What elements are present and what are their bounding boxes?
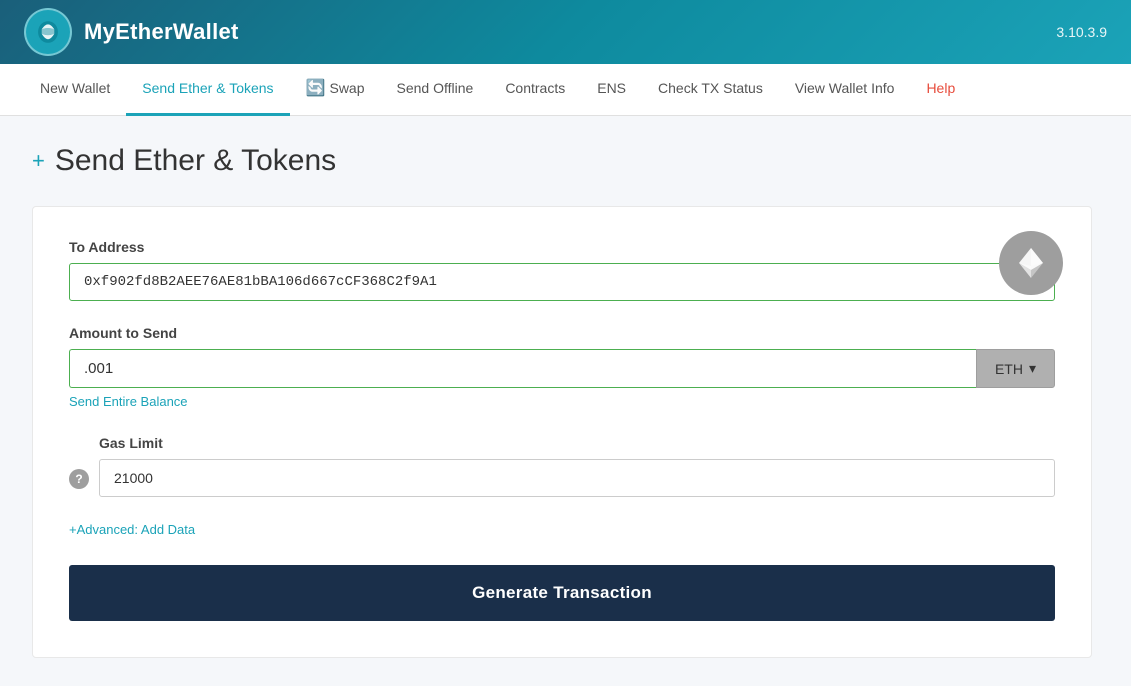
nav-item-help[interactable]: Help	[910, 64, 971, 116]
nav-item-new-wallet[interactable]: New Wallet	[24, 64, 126, 116]
eth-diamond-icon	[1012, 244, 1050, 282]
nav-item-contracts[interactable]: Contracts	[489, 64, 581, 116]
page-title: Send Ether & Tokens	[55, 144, 336, 178]
nav-item-send-ether-tokens[interactable]: Send Ether & Tokens	[126, 64, 289, 116]
gas-limit-input[interactable]	[99, 459, 1055, 497]
gas-limit-help-icon[interactable]: ?	[69, 469, 89, 489]
nav-item-swap[interactable]: 🔄Swap	[290, 64, 381, 116]
main-content: + Send Ether & Tokens To Address Amount …	[0, 116, 1131, 686]
gas-field: Gas Limit	[99, 435, 1055, 497]
logo	[24, 8, 72, 56]
nav-item-ens[interactable]: ENS	[581, 64, 642, 116]
version-label: 3.10.3.9	[1056, 24, 1107, 40]
eth-logo	[999, 231, 1063, 295]
to-address-group: To Address	[69, 239, 1055, 301]
amount-input[interactable]	[69, 349, 976, 388]
amount-label: Amount to Send	[69, 325, 1055, 341]
nav-item-send-offline[interactable]: Send Offline	[381, 64, 490, 116]
to-address-input[interactable]	[69, 263, 1055, 301]
gas-limit-group: ? Gas Limit	[69, 435, 1055, 497]
send-entire-balance-link[interactable]: Send Entire Balance	[69, 394, 188, 409]
brand-name: MyEtherWallet	[84, 19, 239, 45]
to-address-label: To Address	[69, 239, 1055, 255]
amount-group: Amount to Send ETH ▾ Send Entire Balance	[69, 325, 1055, 411]
currency-dropdown-btn[interactable]: ETH ▾	[976, 349, 1055, 388]
nav-item-check-tx-status[interactable]: Check TX Status	[642, 64, 779, 116]
amount-row: ETH ▾	[69, 349, 1055, 388]
page-title-row: + Send Ether & Tokens	[32, 144, 1099, 178]
currency-label: ETH	[995, 361, 1023, 377]
currency-arrow-icon: ▾	[1029, 360, 1036, 377]
generate-transaction-button[interactable]: Generate Transaction	[69, 565, 1055, 621]
logo-icon	[30, 14, 66, 50]
nav-item-view-wallet-info[interactable]: View Wallet Info	[779, 64, 911, 116]
main-nav: New Wallet Send Ether & Tokens 🔄Swap Sen…	[0, 64, 1131, 116]
header-left: MyEtherWallet	[24, 8, 239, 56]
swap-icon: 🔄	[306, 78, 326, 98]
plus-icon: +	[32, 150, 45, 172]
header: MyEtherWallet 3.10.3.9	[0, 0, 1131, 64]
gas-limit-label: Gas Limit	[99, 435, 1055, 451]
advanced-add-data-link[interactable]: +Advanced: Add Data	[69, 522, 195, 537]
form-card: To Address Amount to Send ETH ▾ Send Ent…	[32, 206, 1092, 658]
